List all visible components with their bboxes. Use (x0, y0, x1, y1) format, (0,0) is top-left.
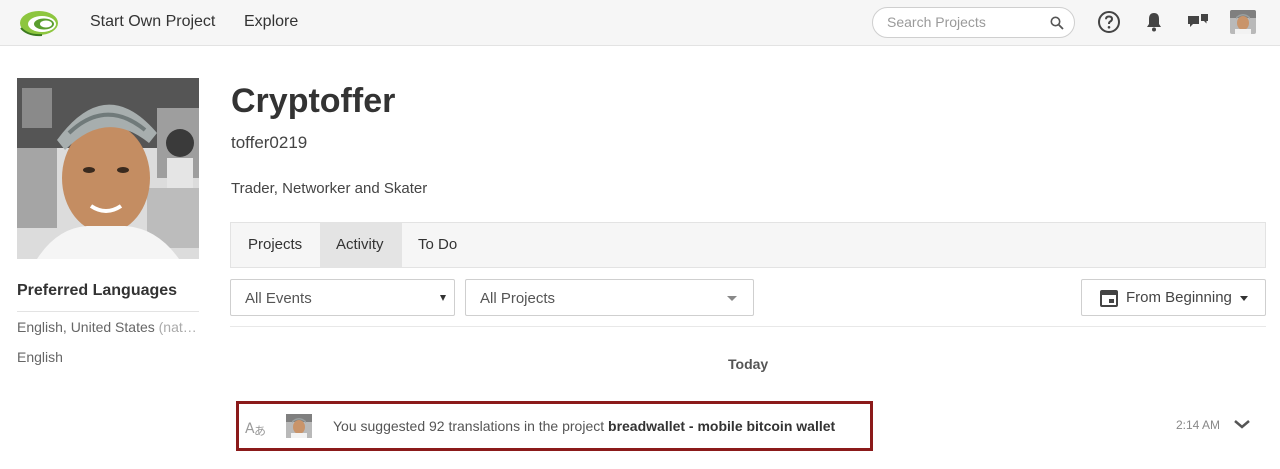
calendar-icon (1100, 290, 1118, 307)
user-avatar[interactable] (1230, 10, 1256, 34)
help-icon[interactable] (1097, 10, 1121, 34)
caret-down-icon (727, 296, 737, 301)
preferred-languages-title: Preferred Languages (17, 282, 178, 299)
chat-icon[interactable] (1186, 10, 1210, 34)
language-item: English (17, 349, 63, 365)
svg-text:あ: あ (254, 424, 266, 437)
events-filter-value: All Events (245, 290, 312, 307)
activity-description: You suggested 92 translations in the pro… (333, 418, 609, 434)
crowdin-logo-icon[interactable] (18, 8, 60, 38)
caret-down-icon (440, 295, 446, 301)
search-icon[interactable] (1050, 16, 1064, 30)
top-navigation-bar: Start Own Project Explore (0, 0, 1280, 46)
activity-timestamp: 2:14 AM (1176, 418, 1221, 432)
search-box (872, 7, 1075, 38)
events-filter-select[interactable]: All Events (230, 279, 455, 316)
profile-username: toffer0219 (231, 133, 308, 152)
divider (230, 326, 1266, 327)
activity-project-link[interactable]: breadwallet - mobile bitcoin wallet (608, 418, 835, 434)
explore-link[interactable]: Explore (244, 13, 298, 31)
profile-bio: Trader, Networker and Skater (231, 180, 428, 197)
search-input[interactable] (887, 14, 1047, 30)
tab-projects[interactable]: Projects (232, 223, 318, 267)
projects-filter-value: All Projects (480, 290, 556, 307)
profile-tabs: Projects Activity To Do (230, 222, 1266, 268)
start-own-project-link[interactable]: Start Own Project (90, 13, 215, 31)
profile-photo (17, 78, 199, 259)
tab-activity[interactable]: Activity (320, 223, 402, 267)
language-note: (nat… (158, 319, 197, 335)
chevron-down-icon[interactable] (1233, 417, 1251, 431)
activity-item[interactable]: A あ You suggested 92 translations in the… (236, 401, 873, 451)
date-range-label: From Beginning (1126, 289, 1232, 306)
activity-day-label: Today (728, 356, 769, 372)
date-range-button[interactable]: From Beginning (1081, 279, 1266, 316)
user-avatar (286, 414, 312, 438)
projects-filter-select[interactable]: All Projects (465, 279, 754, 316)
language-name: English, United States (17, 319, 155, 335)
bell-icon[interactable] (1142, 10, 1166, 34)
translate-icon: A あ (245, 421, 266, 437)
divider (17, 311, 199, 312)
tab-todo[interactable]: To Do (402, 223, 473, 267)
activity-text: You suggested 92 translations in the pro… (333, 418, 835, 434)
profile-display-name: Cryptoffer (231, 82, 396, 120)
language-item: English, United States (nat… (17, 319, 199, 335)
caret-down-icon (1240, 296, 1248, 301)
